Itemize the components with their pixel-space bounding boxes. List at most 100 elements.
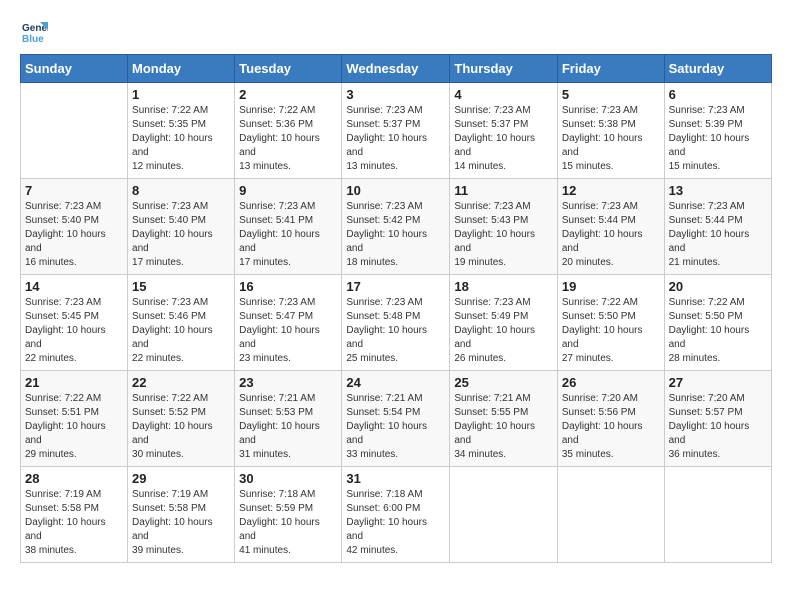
calendar-cell: 13 Sunrise: 7:23 AMSunset: 5:44 PMDayligh… [664, 179, 771, 275]
day-info: Sunrise: 7:22 AMSunset: 5:35 PMDaylight:… [132, 104, 230, 174]
day-number: 30 [239, 471, 337, 486]
day-info: Sunrise: 7:23 AMSunset: 5:44 PMDaylight:… [562, 200, 660, 270]
weekday-header-friday: Friday [557, 55, 664, 83]
day-info: Sunrise: 7:23 AMSunset: 5:38 PMDaylight:… [562, 104, 660, 174]
calendar-cell: 5 Sunrise: 7:23 AMSunset: 5:38 PMDaylight… [557, 83, 664, 179]
day-number: 25 [454, 375, 552, 390]
calendar-week-5: 28 Sunrise: 7:19 AMSunset: 5:58 PMDayligh… [21, 467, 772, 563]
day-info: Sunrise: 7:22 AMSunset: 5:52 PMDaylight:… [132, 392, 230, 462]
calendar-cell: 30Sunrise: 7:18 AMSunset: 5:59 PMDayligh… [235, 467, 342, 563]
day-number: 23 [239, 375, 337, 390]
day-number: 22 [132, 375, 230, 390]
calendar-cell: 21 Sunrise: 7:22 AMSunset: 5:51 PMDayligh… [21, 371, 128, 467]
calendar-cell: 27 Sunrise: 7:20 AMSunset: 5:57 PMDayligh… [664, 371, 771, 467]
day-number: 5 [562, 87, 660, 102]
calendar-cell: 7Sunrise: 7:23 AMSunset: 5:40 PMDaylight… [21, 179, 128, 275]
header: General Blue [20, 20, 772, 44]
day-number: 18 [454, 279, 552, 294]
calendar-cell [450, 467, 557, 563]
day-info: Sunrise: 7:21 AMSunset: 5:53 PMDaylight:… [239, 392, 337, 462]
calendar-cell: 12 Sunrise: 7:23 AMSunset: 5:44 PMDayligh… [557, 179, 664, 275]
weekday-header-monday: Monday [128, 55, 235, 83]
day-info: Sunrise: 7:23 AMSunset: 5:46 PMDaylight:… [132, 296, 230, 366]
day-number: 27 [669, 375, 767, 390]
calendar-cell: 14Sunrise: 7:23 AMSunset: 5:45 PMDayligh… [21, 275, 128, 371]
calendar-cell: 18 Sunrise: 7:23 AMSunset: 5:49 PMDayligh… [450, 275, 557, 371]
weekday-header-wednesday: Wednesday [342, 55, 450, 83]
day-info: Sunrise: 7:22 AMSunset: 5:51 PMDaylight:… [25, 392, 123, 462]
day-info: Sunrise: 7:23 AMSunset: 5:48 PMDaylight:… [346, 296, 445, 366]
calendar-week-3: 14Sunrise: 7:23 AMSunset: 5:45 PMDayligh… [21, 275, 772, 371]
day-number: 28 [25, 471, 123, 486]
day-number: 10 [346, 183, 445, 198]
weekday-header-row: SundayMondayTuesdayWednesdayThursdayFrid… [21, 55, 772, 83]
calendar-week-4: 21 Sunrise: 7:22 AMSunset: 5:51 PMDayligh… [21, 371, 772, 467]
weekday-header-thursday: Thursday [450, 55, 557, 83]
day-info: Sunrise: 7:23 AMSunset: 5:37 PMDaylight:… [454, 104, 552, 174]
calendar-cell: 22 Sunrise: 7:22 AMSunset: 5:52 PMDayligh… [128, 371, 235, 467]
day-number: 4 [454, 87, 552, 102]
calendar-cell: 15 Sunrise: 7:23 AMSunset: 5:46 PMDayligh… [128, 275, 235, 371]
calendar-cell: 20Sunrise: 7:22 AMSunset: 5:50 PMDayligh… [664, 275, 771, 371]
calendar-cell: 26Sunrise: 7:20 AMSunset: 5:56 PMDayligh… [557, 371, 664, 467]
calendar-cell: 19 Sunrise: 7:22 AMSunset: 5:50 PMDayligh… [557, 275, 664, 371]
day-info: Sunrise: 7:21 AMSunset: 5:54 PMDaylight:… [346, 392, 445, 462]
day-number: 17 [346, 279, 445, 294]
calendar-cell: 24Sunrise: 7:21 AMSunset: 5:54 PMDayligh… [342, 371, 450, 467]
logo: General Blue [20, 20, 50, 44]
day-info: Sunrise: 7:23 AMSunset: 5:40 PMDaylight:… [132, 200, 230, 270]
day-number: 19 [562, 279, 660, 294]
calendar-cell: 2 Sunrise: 7:22 AMSunset: 5:36 PMDaylight… [235, 83, 342, 179]
calendar-cell: 29 Sunrise: 7:19 AMSunset: 5:58 PMDayligh… [128, 467, 235, 563]
calendar-cell: 11 Sunrise: 7:23 AMSunset: 5:43 PMDayligh… [450, 179, 557, 275]
calendar-cell: 10 Sunrise: 7:23 AMSunset: 5:42 PMDayligh… [342, 179, 450, 275]
day-info: Sunrise: 7:19 AMSunset: 5:58 PMDaylight:… [132, 488, 230, 558]
calendar-cell: 6Sunrise: 7:23 AMSunset: 5:39 PMDaylight… [664, 83, 771, 179]
day-number: 15 [132, 279, 230, 294]
calendar-cell [664, 467, 771, 563]
day-number: 21 [25, 375, 123, 390]
calendar-cell: 31 Sunrise: 7:18 AMSunset: 6:00 PMDayligh… [342, 467, 450, 563]
day-number: 29 [132, 471, 230, 486]
calendar-cell: 16Sunrise: 7:23 AMSunset: 5:47 PMDayligh… [235, 275, 342, 371]
day-info: Sunrise: 7:23 AMSunset: 5:49 PMDaylight:… [454, 296, 552, 366]
weekday-header-tuesday: Tuesday [235, 55, 342, 83]
calendar-week-1: 1 Sunrise: 7:22 AMSunset: 5:35 PMDaylight… [21, 83, 772, 179]
weekday-header-sunday: Sunday [21, 55, 128, 83]
day-info: Sunrise: 7:21 AMSunset: 5:55 PMDaylight:… [454, 392, 552, 462]
logo-icon: General Blue [20, 20, 48, 44]
day-info: Sunrise: 7:23 AMSunset: 5:37 PMDaylight:… [346, 104, 445, 174]
day-info: Sunrise: 7:23 AMSunset: 5:44 PMDaylight:… [669, 200, 767, 270]
day-number: 11 [454, 183, 552, 198]
day-info: Sunrise: 7:18 AMSunset: 6:00 PMDaylight:… [346, 488, 445, 558]
day-info: Sunrise: 7:22 AMSunset: 5:50 PMDaylight:… [562, 296, 660, 366]
day-number: 8 [132, 183, 230, 198]
day-number: 9 [239, 183, 337, 198]
day-number: 31 [346, 471, 445, 486]
calendar-cell: 8 Sunrise: 7:23 AMSunset: 5:40 PMDaylight… [128, 179, 235, 275]
calendar-cell: 25 Sunrise: 7:21 AMSunset: 5:55 PMDayligh… [450, 371, 557, 467]
calendar-week-2: 7 Sunrise: 7:23 AMSunset: 5:40 PMDaylight… [21, 179, 772, 275]
day-info: Sunrise: 7:20 AMSunset: 5:56 PMDaylight:… [562, 392, 660, 462]
day-number: 1 [132, 87, 230, 102]
day-number: 20 [669, 279, 767, 294]
day-number: 7 [25, 183, 123, 198]
day-info: Sunrise: 7:22 AMSunset: 5:36 PMDaylight:… [239, 104, 337, 174]
calendar-cell: 4 Sunrise: 7:23 AMSunset: 5:37 PMDaylight… [450, 83, 557, 179]
weekday-header-saturday: Saturday [664, 55, 771, 83]
calendar-cell: 28 Sunrise: 7:19 AMSunset: 5:58 PMDayligh… [21, 467, 128, 563]
day-info: Sunrise: 7:23 AMSunset: 5:41 PMDaylight:… [239, 200, 337, 270]
day-number: 12 [562, 183, 660, 198]
svg-text:Blue: Blue [22, 34, 44, 44]
calendar-cell: 1 Sunrise: 7:22 AMSunset: 5:35 PMDaylight… [128, 83, 235, 179]
calendar-table: SundayMondayTuesdayWednesdayThursdayFrid… [20, 54, 772, 563]
day-number: 13 [669, 183, 767, 198]
day-info: Sunrise: 7:23 AMSunset: 5:42 PMDaylight:… [346, 200, 445, 270]
day-number: 14 [25, 279, 123, 294]
day-info: Sunrise: 7:19 AMSunset: 5:58 PMDaylight:… [25, 488, 123, 558]
day-info: Sunrise: 7:23 AMSunset: 5:47 PMDaylight:… [239, 296, 337, 366]
calendar-cell [21, 83, 128, 179]
day-number: 2 [239, 87, 337, 102]
day-info: Sunrise: 7:20 AMSunset: 5:57 PMDaylight:… [669, 392, 767, 462]
day-info: Sunrise: 7:23 AMSunset: 5:43 PMDaylight:… [454, 200, 552, 270]
